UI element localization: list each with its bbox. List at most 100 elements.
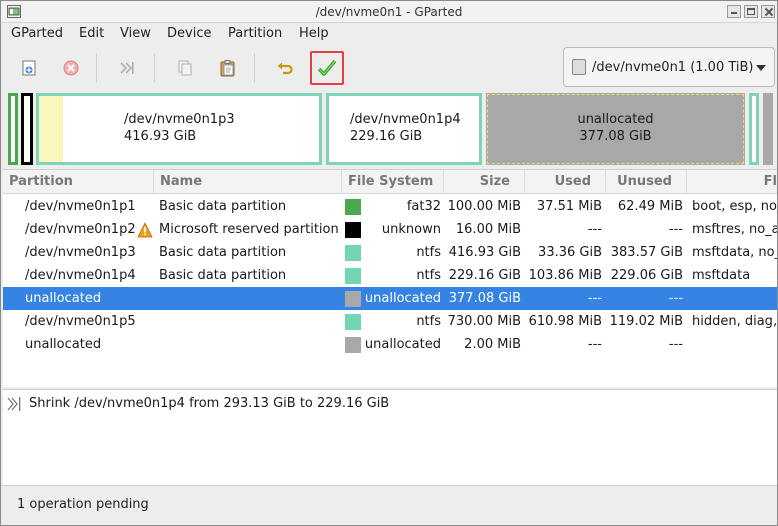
cell-fs: ntfs [416, 268, 441, 283]
status-bar: 1 operation pending [1, 485, 777, 525]
graph-unallocated-name: unallocated [577, 112, 654, 127]
col-flags[interactable]: Fl [687, 170, 777, 194]
filesystem-color-swatch [345, 245, 361, 261]
table-row[interactable]: unallocated unallocated 2.00 MiB --- --- [3, 333, 777, 356]
apply-button[interactable] [310, 51, 344, 85]
cell-size: 730.00 MiB [447, 314, 521, 329]
disk-icon [572, 59, 586, 75]
graph-p3-size: 416.93 GiB [124, 129, 197, 144]
paste-button[interactable] [211, 51, 245, 85]
menu-view[interactable]: View [118, 26, 153, 41]
cell-used: --- [587, 222, 602, 237]
close-button[interactable] [761, 5, 775, 18]
partition-graph: /dev/nvme0n1p3 416.93 GiB /dev/nvme0n1p4… [5, 93, 775, 165]
status-text: 1 operation pending [17, 497, 149, 512]
cell-fs: unallocated [364, 291, 441, 306]
cell-unused: 229.06 GiB [610, 268, 683, 283]
filesystem-color-swatch [345, 268, 361, 284]
table-row[interactable]: /dev/nvme0n1p2 Microsoft reserved partiti… [3, 218, 777, 241]
menu-edit[interactable]: Edit [77, 26, 106, 41]
copy-button[interactable] [168, 51, 202, 85]
cell-name: Basic data partition [159, 199, 287, 214]
cell-unused: 62.49 MiB [617, 199, 683, 214]
device-selector-label: /dev/nvme0n1 (1.00 TiB) [592, 59, 754, 75]
cell-size: 16.00 MiB [455, 222, 521, 237]
used-space-bar [39, 96, 63, 162]
copy-icon [178, 60, 192, 76]
operation-text: Shrink /dev/nvme0n1p4 from 293.13 GiB to… [29, 396, 390, 411]
graph-unallocated-end[interactable] [763, 93, 773, 165]
undo-button[interactable] [268, 51, 302, 85]
partition-table: Partition Name File System Size Used Unu… [3, 169, 777, 387]
undo-icon [277, 62, 293, 75]
cell-fs: ntfs [416, 314, 441, 329]
new-partition-button[interactable] [12, 51, 46, 85]
col-unused[interactable]: Unused [606, 170, 687, 194]
cell-name [159, 310, 342, 333]
cell-partition: /dev/nvme0n1p2 [25, 222, 136, 237]
graph-partition-p5[interactable] [749, 93, 759, 165]
table-row[interactable]: /dev/nvme0n1p1 Basic data partition fat32 1… [3, 195, 777, 218]
cell-partition: unallocated [25, 291, 102, 306]
title-bar: /dev/nvme0n1 - GParted [1, 1, 777, 23]
cell-flags [692, 287, 777, 310]
menu-gparted[interactable]: GParted [9, 26, 65, 41]
col-partition[interactable]: Partition [3, 170, 154, 194]
cell-fs: unknown [381, 222, 441, 237]
graph-unallocated[interactable]: unallocated 377.08 GiB [486, 93, 745, 165]
cell-size: 229.16 GiB [448, 268, 521, 283]
col-filesystem[interactable]: File System [342, 170, 444, 194]
resize-move-button[interactable] [110, 51, 144, 85]
new-partition-icon [22, 60, 36, 76]
filesystem-color-swatch [345, 222, 361, 238]
graph-partition-p1[interactable] [8, 93, 18, 165]
graph-partition-p2[interactable] [21, 93, 33, 165]
maximize-button[interactable] [744, 5, 758, 18]
graph-partition-p3[interactable]: /dev/nvme0n1p3 416.93 GiB [36, 93, 322, 165]
filesystem-color-swatch [345, 314, 361, 330]
graph-p4-name: /dev/nvme0n1p4 [350, 112, 461, 127]
cell-flags [692, 333, 777, 356]
delete-button[interactable] [54, 51, 88, 85]
graph-unallocated-size: 377.08 GiB [579, 129, 652, 144]
cell-fs: unallocated [364, 337, 441, 352]
menu-device[interactable]: Device [165, 26, 213, 41]
cell-partition: /dev/nvme0n1p3 [25, 245, 136, 260]
col-used[interactable]: Used [525, 170, 606, 194]
cell-flags: msftdata [692, 268, 751, 283]
delete-icon [63, 60, 79, 76]
cell-flags: msftdata, no_ [692, 245, 777, 260]
table-row[interactable]: /dev/nvme0n1p4 Basic data partition ntfs 22… [3, 264, 777, 287]
cell-name: Microsoft reserved partition [159, 222, 339, 237]
gparted-window: /dev/nvme0n1 - GParted GParted Edit View… [0, 0, 778, 526]
filesystem-color-swatch [345, 199, 361, 215]
cell-unused: --- [668, 291, 683, 306]
cell-partition: /dev/nvme0n1p1 [25, 199, 136, 214]
table-row[interactable]: /dev/nvme0n1p5 ntfs 730.00 MiB 610.98 MiB 11… [3, 310, 777, 333]
device-selector[interactable]: /dev/nvme0n1 (1.00 TiB) [563, 47, 775, 87]
cell-used: --- [587, 337, 602, 352]
cell-size: 416.93 GiB [448, 245, 521, 260]
minimize-button[interactable] [727, 5, 741, 18]
cell-unused: --- [668, 337, 683, 352]
menu-help[interactable]: Help [297, 26, 331, 41]
table-row[interactable]: /dev/nvme0n1p3 Basic data partition ntfs 41… [3, 241, 777, 264]
resize-move-icon [120, 62, 134, 74]
col-size[interactable]: Size [444, 170, 525, 194]
graph-partition-p4[interactable]: /dev/nvme0n1p4 229.16 GiB [326, 93, 482, 165]
cell-fs: fat32 [406, 199, 441, 214]
filesystem-color-swatch [345, 337, 361, 353]
table-row[interactable]: unallocated unallocated 377.08 GiB --- --- [3, 287, 777, 310]
window-title: /dev/nvme0n1 - GParted [315, 5, 463, 19]
cell-name [159, 333, 342, 356]
cell-used: 610.98 MiB [528, 314, 602, 329]
chevron-down-icon [756, 65, 766, 71]
cell-partition: /dev/nvme0n1p5 [25, 314, 136, 329]
table-header: Partition Name File System Size Used Unu… [3, 170, 777, 194]
warning-icon [137, 222, 153, 238]
cell-name [159, 287, 342, 310]
toolbar-separator [254, 53, 255, 83]
menu-partition[interactable]: Partition [226, 26, 284, 41]
col-name[interactable]: Name [154, 170, 342, 194]
cell-used: 103.86 MiB [528, 268, 602, 283]
